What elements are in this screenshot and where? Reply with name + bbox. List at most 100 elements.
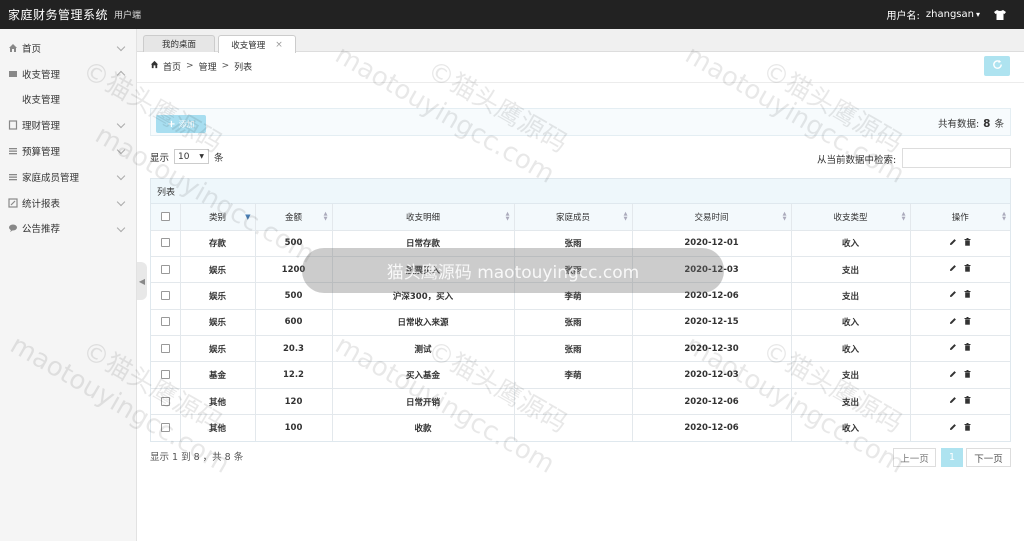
table-cell: 日常开销 — [332, 388, 515, 416]
column-header[interactable]: 金额 ▲ ▼ — [255, 204, 333, 231]
select-all-checkbox[interactable] — [160, 211, 170, 221]
row-checkbox[interactable] — [160, 396, 170, 406]
actions-cell — [910, 361, 1010, 389]
row-select-cell[interactable] — [151, 388, 181, 416]
sidebar-collapse-toggle[interactable]: ◀ — [137, 262, 147, 300]
sort-icon: ▲ ▼ — [623, 211, 628, 222]
breadcrumb-manage[interactable]: 管理 — [199, 60, 217, 73]
edit-icon[interactable] — [949, 423, 957, 431]
tab-desktop[interactable]: 我的桌面 — [143, 35, 215, 52]
sidebar-item-label: 理财管理 — [22, 121, 61, 133]
edit-icon[interactable] — [949, 317, 957, 325]
sidebar-item-family[interactable]: 家庭成员管理 — [0, 164, 136, 190]
sidebar-item-label: 公告推荐 — [22, 224, 61, 236]
table-cell: 收入 — [791, 335, 911, 363]
column-header[interactable]: 交易时间 ▲ ▼ — [632, 204, 792, 231]
sidebar-item-notice[interactable]: 公告推荐 — [0, 216, 136, 242]
page-length-value: 10 — [178, 151, 190, 162]
page-length-select[interactable]: 10 ▼ — [174, 149, 210, 164]
table-cell: 支出 — [791, 388, 911, 416]
sidebar-item-label: 首页 — [22, 43, 42, 55]
row-checkbox[interactable] — [160, 264, 170, 274]
row-select-cell[interactable] — [151, 414, 181, 442]
close-icon[interactable]: × — [275, 40, 283, 50]
table-cell: 收款 — [332, 414, 515, 442]
sidebar-item-reports[interactable]: 统计报表 — [0, 190, 136, 216]
row-select-cell[interactable] — [151, 361, 181, 389]
chevron-down-icon — [116, 171, 126, 181]
row-select-cell[interactable] — [151, 256, 181, 284]
table-cell: 2020-12-06 — [632, 414, 792, 442]
home-icon — [150, 60, 159, 72]
row-checkbox[interactable] — [160, 290, 170, 300]
column-header[interactable]: 收支类型 ▲ ▼ — [791, 204, 911, 231]
trash-icon[interactable] — [964, 343, 971, 351]
row-checkbox[interactable] — [160, 423, 170, 433]
trash-icon[interactable] — [964, 369, 971, 378]
search-label: 从当前数据中检索: — [817, 155, 897, 166]
refresh-button[interactable] — [984, 56, 1010, 76]
sidebar-subitem-finance[interactable]: 收支管理 — [0, 87, 136, 113]
user-name[interactable]: zhangsan — [926, 9, 974, 20]
page-number-button[interactable]: 1 — [941, 448, 963, 467]
table-cell — [514, 414, 633, 442]
tab-finance[interactable]: 收支管理 × — [218, 35, 296, 53]
next-page-button[interactable]: 下一页 — [966, 448, 1011, 467]
search-input[interactable] — [902, 148, 1011, 168]
row-checkbox[interactable] — [160, 238, 170, 248]
column-header[interactable]: 家庭成员 ▲ ▼ — [514, 204, 633, 231]
app-subtitle: 用户端 — [114, 11, 142, 21]
trash-icon[interactable] — [964, 396, 971, 404]
row-select-cell[interactable] — [151, 309, 181, 337]
sidebar-item-finance[interactable]: 收支管理 — [0, 61, 136, 87]
edit-icon[interactable] — [949, 238, 957, 246]
shirt-icon[interactable] — [994, 9, 1006, 21]
sidebar-item-invest[interactable]: 理财管理 — [0, 112, 136, 138]
chevron-left-icon: ◀ — [138, 276, 146, 286]
sidebar-item-budget[interactable]: 预算管理 — [0, 138, 136, 164]
edit-icon[interactable] — [949, 370, 957, 378]
chevron-down-icon — [116, 120, 126, 129]
sidebar-item-home[interactable]: 首页 — [0, 35, 136, 61]
table-cell: 存款 — [180, 230, 256, 257]
edit-icon[interactable] — [949, 343, 957, 351]
edit-icon[interactable] — [949, 264, 957, 272]
table-header-row: 类别 ▼ 金额 ▲ ▼ 收支明细 ▲ ▼ 家庭成员 ▲ ▼ 交易时间 ▲ ▼ 收支类型 ▲ ▼ 操作 ▲… — [151, 204, 1010, 231]
table-cell: 12.2 — [255, 361, 333, 389]
trash-icon[interactable] — [964, 422, 971, 431]
table-cell: 2020-12-06 — [632, 388, 792, 416]
row-checkbox[interactable] — [160, 343, 170, 353]
row-select-cell[interactable] — [151, 282, 181, 310]
trash-icon[interactable] — [964, 316, 971, 325]
actions-cell — [910, 282, 1010, 310]
sidebar-item-label: 预算管理 — [22, 147, 61, 159]
column-header: 操作 ▲ ▼ — [910, 204, 1010, 231]
row-select-cell[interactable] — [151, 335, 181, 363]
table-cell: 其他 — [180, 388, 256, 416]
trash-icon[interactable] — [964, 237, 971, 246]
trash-icon[interactable] — [964, 264, 971, 272]
edit-icon[interactable] — [949, 396, 957, 404]
prev-page-button[interactable]: 上一页 — [893, 448, 936, 467]
user-area[interactable]: 用户名: zhangsan ▾ — [887, 0, 1006, 29]
add-button[interactable]: + 添加 — [156, 115, 206, 133]
sidebar-subitem-label: 收支管理 — [22, 95, 61, 107]
breadcrumb-separator: > — [186, 61, 194, 71]
column-header[interactable]: 收支明细 ▲ ▼ — [332, 204, 515, 231]
row-checkbox[interactable] — [160, 370, 170, 380]
chevron-down-icon[interactable]: ▾ — [976, 10, 980, 19]
refresh-icon — [992, 59, 1003, 73]
row-checkbox[interactable] — [160, 317, 170, 327]
select-all-cell[interactable] — [151, 204, 181, 231]
sort-icon: ▲ ▼ — [505, 211, 510, 222]
breadcrumb-home[interactable]: 首页 — [163, 60, 181, 73]
edit-icon[interactable] — [949, 290, 957, 298]
sort-icon: ▲ ▼ — [1002, 211, 1006, 222]
trash-icon[interactable] — [964, 290, 971, 299]
table-cell — [514, 388, 633, 416]
table-row: 基金 12.2 买入基金 李萌 2020-12-03 支出 — [151, 361, 1010, 389]
row-select-cell[interactable] — [151, 230, 181, 257]
page-length-control: 显示 10 ▼ 条 — [150, 149, 224, 164]
chevron-down-icon — [116, 145, 126, 155]
column-header[interactable]: 类别 ▼ — [180, 204, 256, 231]
